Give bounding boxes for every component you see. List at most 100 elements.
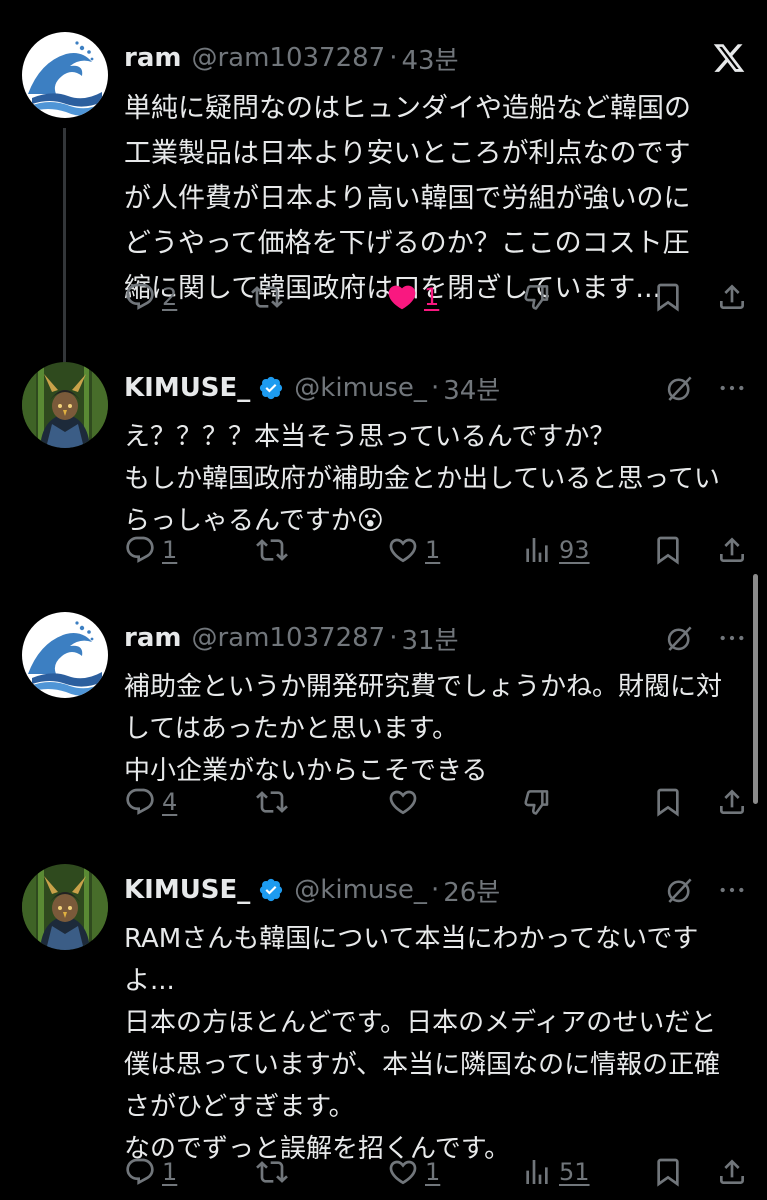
like-button[interactable]: 1 <box>387 1152 440 1192</box>
heart-icon <box>387 534 419 566</box>
action-bar: 4 <box>124 782 754 822</box>
display-name[interactable]: ram <box>124 43 181 73</box>
share-button[interactable] <box>716 530 748 570</box>
more-options-icon[interactable] <box>716 370 748 406</box>
views-button[interactable]: 93 <box>521 530 590 570</box>
separator: · <box>389 623 398 653</box>
handle[interactable]: @ram1037287 <box>191 623 385 653</box>
views-button[interactable]: 51 <box>521 1152 590 1192</box>
reply-button[interactable]: 1 <box>124 530 177 570</box>
share-button[interactable] <box>716 1152 748 1192</box>
bookmark-icon <box>652 1156 684 1188</box>
reply-button[interactable]: 2 <box>124 277 177 317</box>
more-options-icon[interactable] <box>716 620 748 656</box>
like-button[interactable]: 1 <box>386 277 439 317</box>
reply-button[interactable]: 4 <box>124 782 177 822</box>
tweet-header: ram @ram1037287 · 43분 <box>124 40 459 76</box>
retweet-icon <box>256 1156 288 1188</box>
tweet-header: KIMUSE_ @kimuse_ · 26분 <box>124 872 500 908</box>
reply-count: 1 <box>162 1158 178 1186</box>
timestamp[interactable]: 26분 <box>443 872 500 909</box>
like-button[interactable]: 1 <box>387 530 440 570</box>
like-count: 1 <box>425 1158 441 1186</box>
text-line: 工業製品は日本より安いところが利点なのです <box>124 138 691 169</box>
scrollbar[interactable] <box>753 574 758 804</box>
view-count: 93 <box>559 536 590 564</box>
reply-button[interactable]: 1 <box>124 1152 177 1192</box>
tweet-text: RAMさんも韓国について本当にわかってないです よ... 日本の方ほとんどです。… <box>124 918 754 1170</box>
retweet-button[interactable] <box>256 530 288 570</box>
downvote-icon <box>521 281 553 313</box>
retweet-icon <box>256 786 288 818</box>
heart-icon <box>387 786 419 818</box>
text-line: 補助金というか開発研究費でしょうかね。財閥に対 <box>124 672 723 702</box>
grok-icon[interactable] <box>664 370 696 406</box>
grok-icon[interactable] <box>664 872 696 908</box>
bookmark-button[interactable] <box>652 530 684 570</box>
samurai-avatar-icon <box>22 362 108 448</box>
bookmark-button[interactable] <box>652 782 684 822</box>
text-line: どうやって価格を下げるのか？ここのコスト圧 <box>124 228 690 259</box>
x-logo-icon <box>712 40 746 76</box>
bookmark-button[interactable] <box>652 277 684 317</box>
retweet-button[interactable] <box>256 1152 288 1192</box>
retweet-icon <box>251 281 283 313</box>
retweet-button[interactable] <box>256 782 288 822</box>
display-name[interactable]: ram <box>124 623 181 653</box>
downvote-button[interactable] <box>521 782 553 822</box>
like-count: 1 <box>425 536 441 564</box>
timestamp[interactable]: 43분 <box>401 40 458 77</box>
timestamp[interactable]: 31분 <box>401 620 458 657</box>
text-line: 僕は思っていますが、本当に隣国なのに情報の正確 <box>124 1050 721 1080</box>
avatar[interactable] <box>22 612 108 698</box>
action-bar: 2 1 <box>124 277 754 317</box>
handle[interactable]: @kimuse_ <box>294 373 427 403</box>
bookmark-button[interactable] <box>652 1152 684 1192</box>
action-bar: 1 1 93 <box>124 530 754 570</box>
text-line: もしか韓国政府が補助金とか出していると思ってい <box>124 464 720 494</box>
display-name[interactable]: KIMUSE_ <box>124 875 250 905</box>
tweet-header: ram @ram1037287 · 31분 <box>124 620 459 656</box>
share-icon <box>716 534 748 566</box>
share-icon <box>716 786 748 818</box>
more-options-icon[interactable] <box>716 872 748 908</box>
verified-badge-icon[interactable] <box>258 877 284 903</box>
avatar[interactable] <box>22 864 108 950</box>
reply-count: 1 <box>162 536 178 564</box>
view-count: 51 <box>559 1158 590 1186</box>
avatar[interactable] <box>22 32 108 118</box>
separator: · <box>430 373 440 403</box>
heart-icon <box>387 1156 419 1188</box>
share-button[interactable] <box>716 277 748 317</box>
wave-avatar-icon <box>22 612 108 698</box>
bookmark-icon <box>652 281 684 313</box>
avatar[interactable] <box>22 362 108 448</box>
text-line: よ... <box>124 966 175 996</box>
share-icon <box>716 1156 748 1188</box>
display-name[interactable]: KIMUSE_ <box>124 373 250 403</box>
text-line: 単純に疑問なのはヒュンダイや造船など韓国の <box>124 93 691 124</box>
grok-icon[interactable] <box>664 620 696 656</box>
text-line: 日本の方ほとんどです。日本のメディアのせいだと <box>124 1008 717 1038</box>
like-count: 1 <box>424 283 440 311</box>
separator: · <box>430 875 440 905</box>
reply-icon <box>124 1156 156 1188</box>
retweet-icon <box>256 534 288 566</box>
text-line: が人件費が日本より高い韓国で労組が強いのに <box>124 183 691 214</box>
separator: · <box>389 43 398 73</box>
retweet-button[interactable] <box>251 277 283 317</box>
timestamp[interactable]: 34분 <box>443 370 500 407</box>
verified-badge-icon[interactable] <box>258 375 284 401</box>
tweet-header: KIMUSE_ @kimuse_ · 34분 <box>124 370 500 406</box>
handle[interactable]: @kimuse_ <box>294 875 427 905</box>
heart-filled-icon <box>386 281 418 313</box>
thread-line <box>63 128 66 363</box>
downvote-icon <box>521 786 553 818</box>
views-icon <box>521 534 553 566</box>
reply-icon <box>124 786 156 818</box>
views-icon <box>521 1156 553 1188</box>
share-button[interactable] <box>716 782 748 822</box>
like-button[interactable] <box>387 782 419 822</box>
handle[interactable]: @ram1037287 <box>191 43 385 73</box>
downvote-button[interactable] <box>521 277 553 317</box>
